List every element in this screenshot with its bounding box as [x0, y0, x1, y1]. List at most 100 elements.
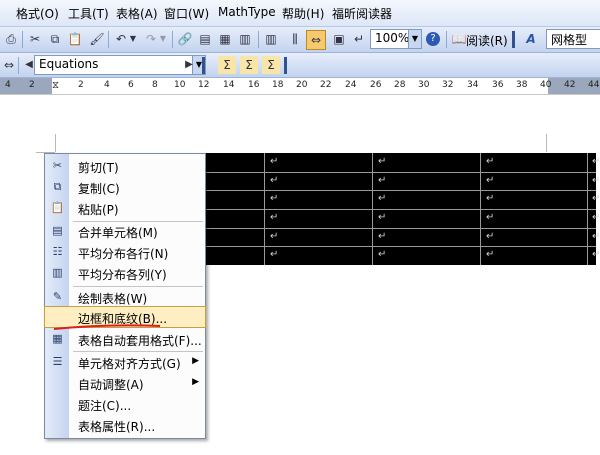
toolbar-separator: [172, 31, 173, 48]
cell-end-mark: ↵: [270, 249, 279, 260]
cell-end-mark: ↵: [270, 212, 279, 223]
cell-end-mark: ↵: [270, 175, 279, 186]
toolbar-separator: [108, 31, 109, 48]
copy-icon[interactable]: ⧉: [46, 30, 64, 48]
menu-mathtype[interactable]: MathType: [218, 5, 276, 19]
chevron-down-icon[interactable]: ▼: [408, 30, 421, 48]
columns-icon[interactable]: ▥: [262, 30, 280, 48]
menu-table[interactable]: 表格(A): [116, 5, 158, 22]
table-style-combo[interactable]: 网格型: [546, 29, 600, 49]
table-style-value: 网格型: [551, 33, 588, 47]
ruler-tick: 8: [152, 80, 158, 90]
styles-icon[interactable]: A: [522, 30, 540, 48]
distribute-rows-icon: ☷: [52, 245, 63, 258]
cell-end-mark: ↵: [592, 249, 600, 260]
menu-item-label: 粘贴(P): [78, 203, 119, 217]
menu-item-label: 绘制表格(W): [78, 292, 148, 306]
undo-dropdown-icon[interactable]: ▼: [128, 30, 138, 48]
ruler-tick: 18: [272, 80, 284, 90]
menu-item-caption[interactable]: 题注(C)...: [45, 394, 205, 414]
help-icon[interactable]: ?: [426, 32, 440, 46]
menu-item-cut[interactable]: ✂ 剪切(T): [45, 156, 205, 176]
menu-item-label: 表格属性(R)...: [78, 420, 156, 434]
cell-end-mark: ↵: [486, 212, 495, 223]
ruler-tick: 22: [320, 80, 332, 90]
formatting-toolbar: ⇔ ◀ Equations ▼ ▶ Σ Σ Σ: [0, 53, 600, 78]
cell-end-mark: ↵: [378, 156, 387, 167]
submenu-arrow-icon: ▶: [192, 377, 199, 387]
mathtype-insert-icon[interactable]: Σ: [218, 56, 236, 74]
hyperlink-icon[interactable]: 🔗: [176, 30, 194, 48]
menu-format[interactable]: 格式(O): [16, 5, 59, 22]
ruler-tick: 42: [564, 80, 576, 90]
ruler-tick: 12: [198, 80, 210, 90]
print-preview-icon[interactable]: ⎙: [2, 30, 20, 48]
cell-end-mark: ↵: [486, 193, 495, 204]
document-map-icon[interactable]: ⇔: [306, 30, 326, 50]
ruler-tick: 16: [248, 80, 260, 90]
cell-end-mark: ↵: [378, 212, 387, 223]
menu-foxit[interactable]: 福昕阅读器: [332, 5, 392, 22]
ruler-tick: 24: [345, 80, 357, 90]
cell-end-mark: ↵: [270, 156, 279, 167]
styles-pane-icon[interactable]: ⇔: [0, 56, 18, 74]
margin-corner-mark: [546, 134, 547, 152]
menu-item-label: 合并单元格(M): [78, 226, 158, 240]
menu-item-cell-alignment[interactable]: ☰ 单元格对齐方式(G) ▶: [45, 352, 205, 372]
read-mode-label[interactable]: 阅读(R): [466, 32, 508, 49]
mathtype-display-icon[interactable]: Σ: [262, 56, 280, 74]
menu-window[interactable]: 窗口(W): [164, 5, 209, 22]
ruler-tick: 2: [78, 80, 84, 90]
toolbar-grip: [284, 57, 287, 74]
cell-end-mark: ↵: [270, 231, 279, 242]
menu-item-label: 平均分布各列(Y): [78, 268, 167, 282]
menu-item-autofit[interactable]: 自动调整(A) ▶: [45, 373, 205, 393]
menu-item-merge-cells[interactable]: ▤ 合并单元格(M): [45, 221, 205, 241]
insert-excel-icon[interactable]: ▥: [236, 30, 254, 48]
menu-item-table-properties[interactable]: 表格属性(R)...: [45, 415, 205, 435]
redo-dropdown-icon[interactable]: ▼: [158, 30, 168, 48]
horizontal-ruler[interactable]: 4 2 ⧖ 2 4 6 8 10 12 14 16 18 20 22 24 26…: [0, 78, 600, 95]
menu-item-table-autoformat[interactable]: ▦ 表格自动套用格式(F)...: [45, 329, 205, 349]
paragraph-mark-icon[interactable]: ↵: [350, 30, 368, 48]
mathtype-number-icon[interactable]: Σ: [240, 56, 258, 74]
cell-end-mark: ↵: [378, 193, 387, 204]
cell-end-mark: ↵: [592, 175, 600, 186]
cell-end-mark: ↵: [592, 193, 600, 204]
table-row-line: [200, 190, 596, 191]
cell-end-mark: ↵: [486, 249, 495, 260]
show-hide-icon[interactable]: ▣: [330, 30, 348, 48]
ruler-tick: 10: [174, 80, 186, 90]
cell-end-mark: ↵: [592, 212, 600, 223]
menu-item-distribute-columns[interactable]: ▥ 平均分布各列(Y): [45, 263, 205, 283]
cut-icon[interactable]: ✂: [26, 30, 44, 48]
menu-item-paste[interactable]: 📋 粘贴(P): [45, 198, 205, 218]
ruler-tick: 32: [442, 80, 454, 90]
menu-item-copy[interactable]: ⧉ 复制(C): [45, 177, 205, 197]
cell-end-mark: ↵: [378, 249, 387, 260]
format-painter-icon[interactable]: 🖌: [88, 30, 106, 48]
paste-icon[interactable]: 📋: [66, 30, 84, 48]
merge-cells-icon: ▤: [52, 224, 63, 237]
menu-tools[interactable]: 工具(T): [68, 5, 109, 22]
menu-help[interactable]: 帮助(H): [282, 5, 324, 22]
forward-arrow-icon[interactable]: ▶: [180, 56, 198, 74]
cell-end-mark: ↵: [486, 231, 495, 242]
scissors-icon: ✂: [52, 159, 63, 172]
insert-table-icon[interactable]: ▦: [216, 30, 234, 48]
toolbar-separator: [22, 31, 23, 48]
menu-item-distribute-rows[interactable]: ☷ 平均分布各行(N): [45, 242, 205, 262]
drawing-icon[interactable]: ⫼: [286, 30, 304, 48]
cell-align-icon: ☰: [52, 355, 63, 368]
ruler-tick: 38: [516, 80, 528, 90]
tables-borders-icon[interactable]: ▤: [196, 30, 214, 48]
red-annotation-underline: [53, 324, 161, 330]
table-row-line: [200, 246, 596, 247]
ruler-tick: 6: [128, 80, 134, 90]
menu-item-draw-table[interactable]: ✎ 绘制表格(W): [45, 287, 205, 307]
indent-marker-icon[interactable]: ⧖: [52, 80, 59, 91]
copy-icon: ⧉: [53, 180, 62, 193]
cell-end-mark: ↵: [270, 193, 279, 204]
zoom-combo[interactable]: 100% ▼: [370, 29, 422, 49]
toolbar-separator: [446, 31, 447, 48]
